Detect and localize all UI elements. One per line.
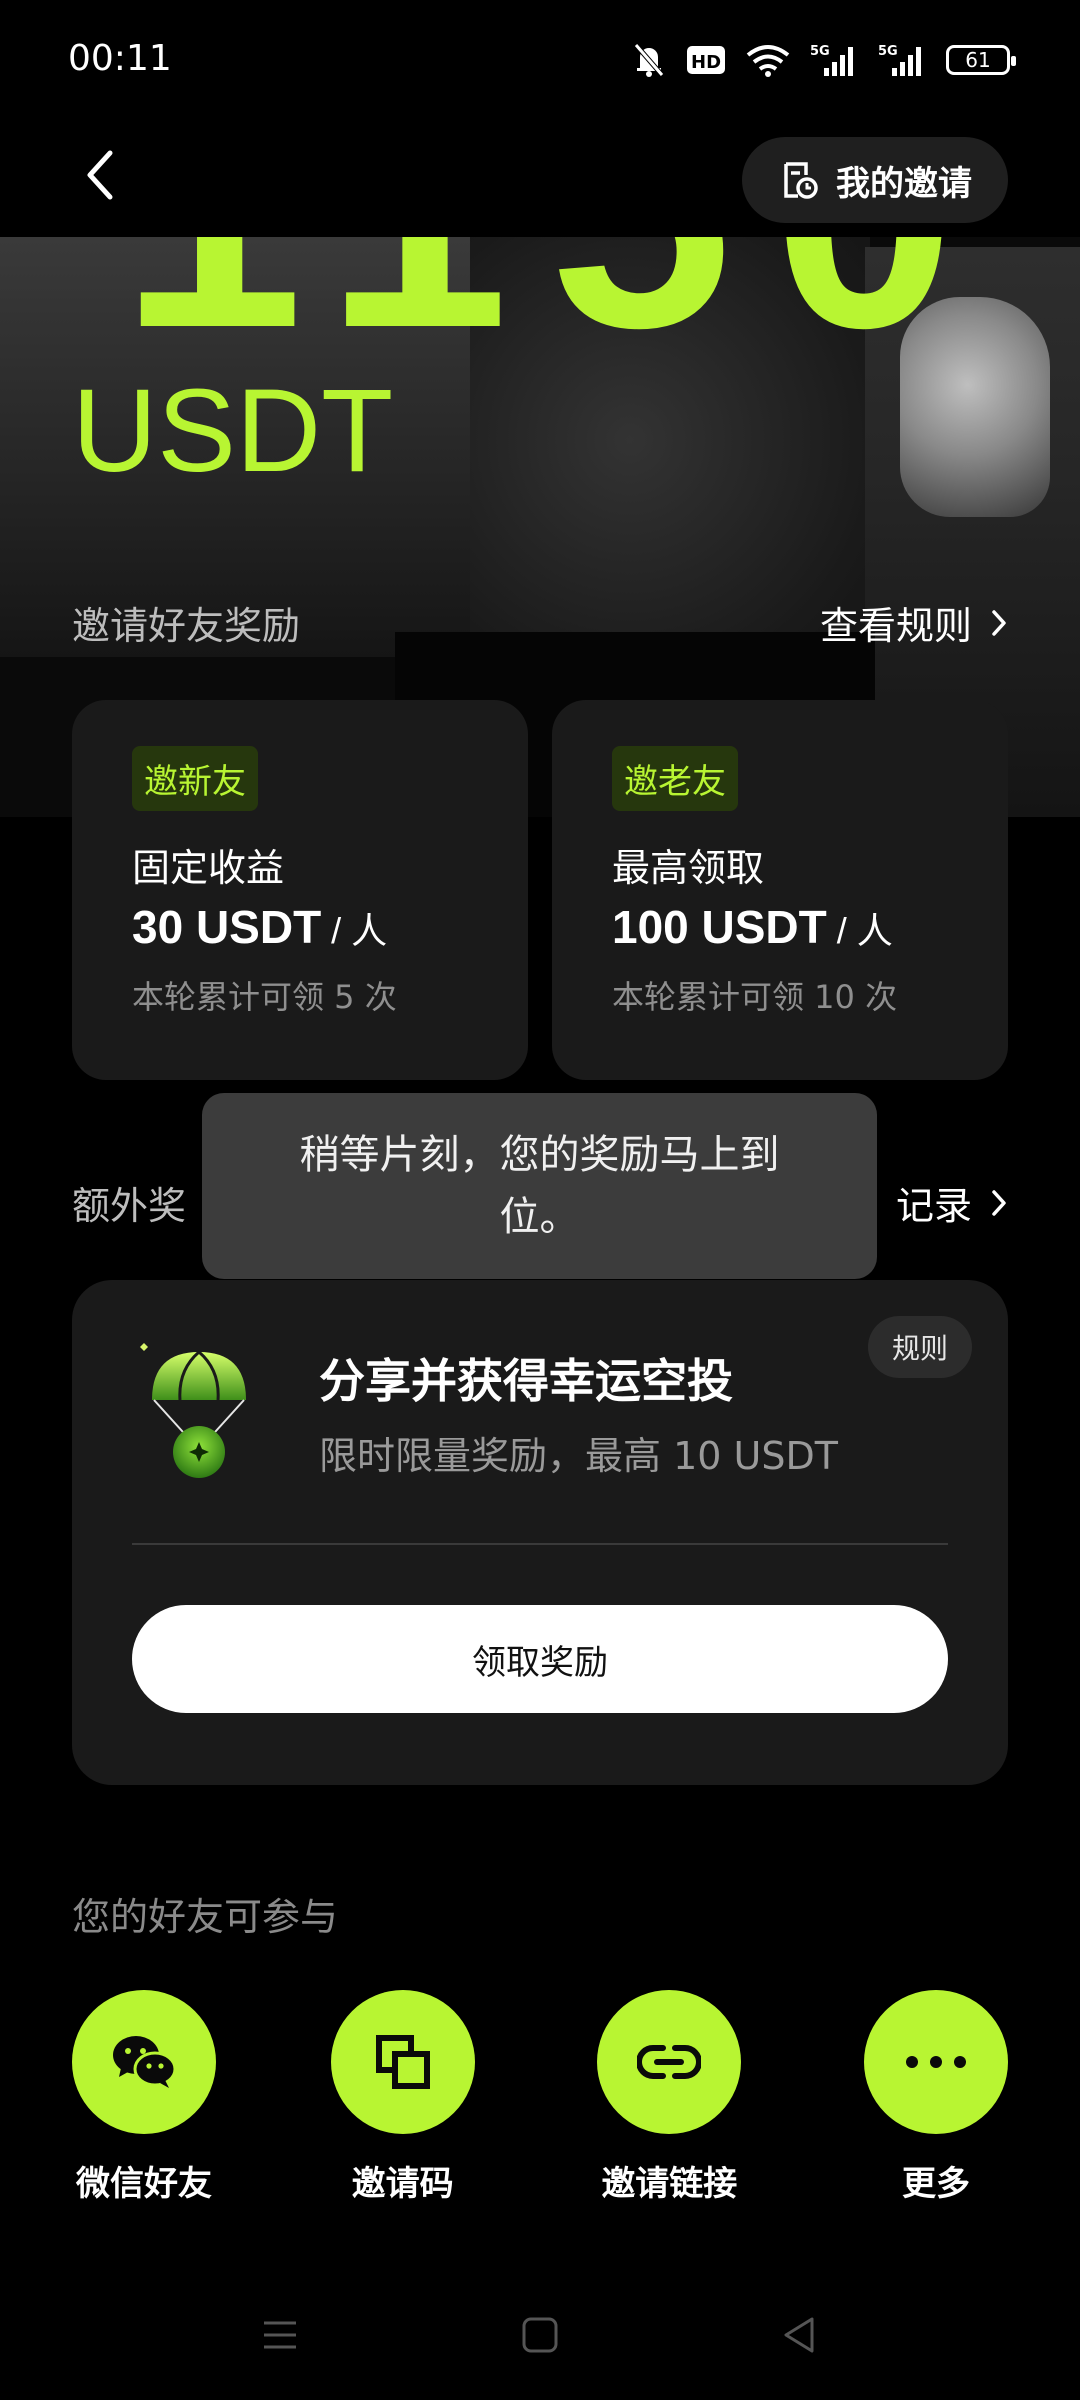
nav-back-button[interactable] xyxy=(770,2305,830,2365)
share-wechat-button[interactable]: 微信好友 xyxy=(72,1990,216,2205)
card-value: 30 USDT / 人 xyxy=(132,900,528,954)
toast-message: 稍等片刻，您的奖励马上到位。 xyxy=(202,1093,877,1279)
more-icon xyxy=(905,2056,966,2068)
menu-icon xyxy=(264,2321,296,2349)
card-note: 本轮累计可领 5 次 xyxy=(132,978,397,1016)
view-rules-link[interactable]: 查看规则 xyxy=(820,595,1008,650)
status-time: 00:11 xyxy=(68,38,172,79)
card-amount: 30 USDT xyxy=(132,901,322,953)
hero-amount: 1150 xyxy=(120,237,996,377)
reward-record-link[interactable]: 记录 xyxy=(896,1175,1008,1230)
view-rules-label: 查看规则 xyxy=(819,604,972,648)
battery-icon: 61 xyxy=(946,45,1016,75)
share-circle xyxy=(72,1990,216,2134)
share-invite-link-button[interactable]: 邀请链接 xyxy=(589,1990,749,2205)
status-icons: HD 5G 5G 61 xyxy=(632,38,1016,82)
airdrop-title: 分享并获得幸运空投 xyxy=(319,1354,733,1408)
share-invite-code-button[interactable]: 邀请码 xyxy=(330,1990,475,2205)
share-label: 微信好友 xyxy=(76,2164,212,2204)
share-label: 更多 xyxy=(901,2164,970,2204)
reward-record-label: 记录 xyxy=(895,1184,972,1228)
chevron-right-icon xyxy=(992,1189,1006,1216)
share-circle xyxy=(330,1990,475,2134)
hero-unit: USDT xyxy=(72,365,394,497)
card-label: 固定收益 xyxy=(132,846,285,890)
hero-subtitle: 邀请好友奖励 xyxy=(72,604,301,648)
share-circle xyxy=(863,1990,1008,2134)
system-nav-bar xyxy=(0,2290,1080,2380)
airdrop-subtitle: 限时限量奖励，最高 10 USDT xyxy=(319,1434,838,1478)
link-icon xyxy=(637,2045,702,2079)
share-options: 微信好友 邀请码 邀请链接 更多 xyxy=(72,1990,1008,2205)
new-friend-card: 邀新友 固定收益 30 USDT / 人 本轮累计可领 5 次 xyxy=(72,700,528,1080)
card-amount: 100 USDT xyxy=(612,901,827,953)
chevron-right-icon xyxy=(992,609,1006,636)
nav-home-button[interactable] xyxy=(510,2305,570,2365)
card-per: / 人 xyxy=(836,910,893,951)
share-label: 邀请链接 xyxy=(601,2164,738,2204)
card-value: 100 USDT / 人 xyxy=(612,900,1008,954)
card-tag: 邀老友 xyxy=(612,746,738,811)
share-label: 邀请码 xyxy=(351,2164,454,2204)
nav-menu-button[interactable] xyxy=(250,2305,310,2365)
wifi-icon xyxy=(746,40,790,80)
my-invites-button[interactable]: 我的邀请 xyxy=(742,137,1008,223)
header: 我的邀请 xyxy=(0,125,1080,237)
my-invites-label: 我的邀请 xyxy=(836,163,972,204)
share-circle xyxy=(597,1990,742,2134)
card-per: / 人 xyxy=(331,910,388,951)
claim-reward-button[interactable]: 领取奖励 xyxy=(132,1605,948,1713)
share-more-button[interactable]: 更多 xyxy=(863,1990,1008,2205)
mute-icon xyxy=(632,40,666,80)
card-tag: 邀新友 xyxy=(132,746,258,811)
status-bar: 00:11 HD 5G 5G 61 xyxy=(0,0,1080,125)
wechat-icon xyxy=(113,2036,177,2088)
share-section-title: 您的好友可参与 xyxy=(72,1895,339,1939)
svg-text:5G: 5G xyxy=(810,44,830,59)
hd-icon: HD xyxy=(686,40,726,80)
airdrop-card: 规则 分享并获得幸运空投 限时限量奖励，最高 10 USDT 领取奖励 xyxy=(72,1280,1008,1785)
chevron-left-icon xyxy=(87,150,113,200)
hero-row: 邀请好友奖励 查看规则 xyxy=(72,595,1008,650)
airdrop-rules-button[interactable]: 规则 xyxy=(867,1316,972,1378)
card-label: 最高领取 xyxy=(612,846,765,890)
back-triangle-icon xyxy=(784,2317,814,2353)
home-square-icon xyxy=(522,2317,558,2353)
back-button[interactable] xyxy=(70,145,130,205)
svg-text:HD: HD xyxy=(691,52,721,73)
old-friend-card: 邀老友 最高领取 100 USDT / 人 本轮累计可领 10 次 xyxy=(552,700,1008,1080)
divider xyxy=(132,1543,948,1545)
card-note: 本轮累计可领 10 次 xyxy=(612,978,898,1016)
invite-history-icon xyxy=(784,162,818,199)
extra-rewards-title: 额外奖 xyxy=(72,1184,187,1228)
reward-cards: 邀新友 固定收益 30 USDT / 人 本轮累计可领 5 次 邀老友 最高领取 … xyxy=(72,700,1008,1080)
svg-text:5G: 5G xyxy=(878,44,898,59)
parachute-icon xyxy=(140,1343,246,1478)
5g-signal-icon: 5G xyxy=(810,40,858,80)
5g-signal-icon: 5G xyxy=(878,40,926,80)
copy-icon xyxy=(375,2035,430,2089)
